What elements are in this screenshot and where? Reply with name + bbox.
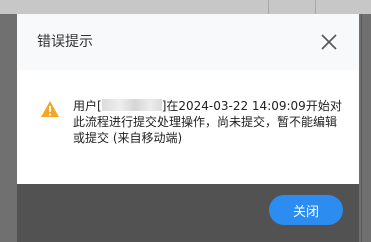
dialog-body: 用户[]在2024-03-22 14:09:09开始对此流程进行提交处理操作，尚… — [17, 70, 359, 184]
backdrop-gridline — [315, 0, 316, 14]
dialog-header: 错误提示 — [17, 14, 359, 70]
backdrop-gridline — [361, 14, 362, 242]
close-dialog-button[interactable]: 关闭 — [269, 195, 343, 225]
error-dialog: 错误提示 用户[]在2024-03-22 14:09:09开始对此流程进行提交处… — [17, 14, 359, 242]
warning-triangle-icon — [41, 101, 59, 117]
redacted-username — [101, 99, 162, 111]
dialog-footer: 关闭 — [17, 184, 359, 242]
close-icon — [321, 34, 337, 50]
message-prefix: 用户[ — [73, 99, 102, 113]
dialog-title: 错误提示 — [37, 34, 93, 50]
close-button[interactable] — [317, 30, 341, 54]
error-message: 用户[]在2024-03-22 14:09:09开始对此流程进行提交处理操作，尚… — [73, 98, 345, 146]
backdrop-gridline — [268, 0, 269, 14]
backdrop-left — [0, 14, 17, 242]
